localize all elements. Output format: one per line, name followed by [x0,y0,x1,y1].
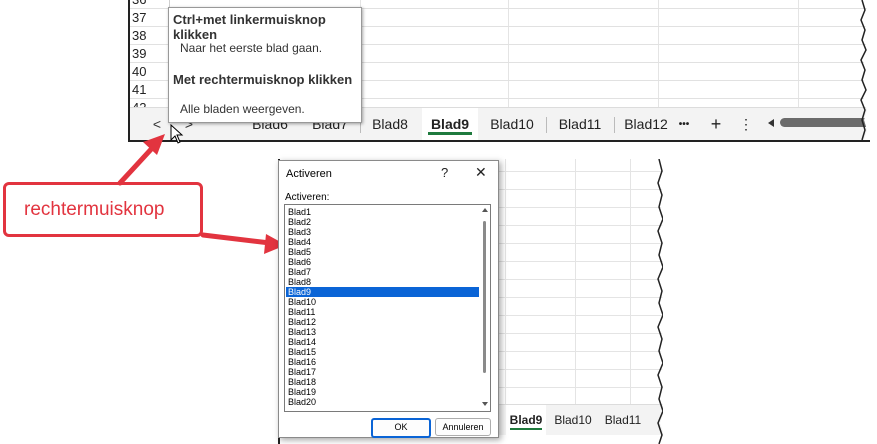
tooltip-right-click-title: Met rechtermuisknop klikken [173,72,353,87]
list-item[interactable]: Blad18 [286,377,479,387]
tab-blad10-bottom[interactable]: Blad10 [550,405,596,435]
callout-text: rechtermuisknop [24,199,165,220]
arrow-to-dialog-icon [200,232,286,254]
tab-blad8[interactable]: Blad8 [362,108,418,140]
grid-line [505,159,506,404]
active-tab-underline [428,132,472,135]
row-number[interactable]: 37 [130,9,170,26]
list-item-selected[interactable]: Blad9 [286,287,479,297]
list-item[interactable]: Blad2 [286,217,479,227]
tab-blad9-bottom[interactable]: Blad9 [506,405,546,435]
scroll-up-arrow-icon[interactable] [481,207,489,213]
list-item[interactable]: Blad10 [286,297,479,307]
list-item[interactable]: Blad3 [286,227,479,237]
add-sheet-button[interactable]: + [704,108,728,140]
torn-edge-icon [860,0,870,140]
tab-navigation-tooltip: Ctrl+met linkermuisknop klikken Naar het… [168,7,362,123]
sheet-listbox[interactable]: Blad1 Blad2 Blad3 Blad4 Blad5 Blad6 Blad… [284,204,491,412]
cancel-button[interactable]: Annuleren [435,418,491,436]
scroll-down-arrow-icon[interactable] [481,401,489,407]
scrollbar-thumb[interactable] [483,221,486,373]
tab-blad10[interactable]: Blad10 [482,108,542,140]
tooltip-ctrl-click-title: Ctrl+met linkermuisknop klikken [173,12,326,42]
list-item[interactable]: Blad20 [286,397,479,407]
row-number[interactable]: 40 [130,63,170,80]
row-number[interactable]: 36 [130,0,170,8]
help-icon[interactable]: ? [441,165,448,180]
activate-sheet-dialog: Activeren ? ✕ Activeren: Blad1 Blad2 Bla… [278,160,499,438]
tab-label: Blad9 [509,413,543,427]
mouse-pointer-icon [170,124,184,144]
active-tab-underline [510,428,542,430]
grid-line [575,159,576,404]
list-item[interactable]: Blad17 [286,367,479,377]
list-item[interactable]: Blad8 [286,277,479,287]
tab-separator [546,117,547,133]
close-icon[interactable]: ✕ [475,164,487,181]
list-item[interactable]: Blad19 [286,387,479,397]
list-item[interactable]: Blad4 [286,237,479,247]
list-item[interactable]: Blad6 [286,257,479,267]
tab-blad9[interactable]: Blad9 [422,108,478,140]
tab-blad11[interactable]: Blad11 [550,108,610,140]
list-item[interactable]: Blad5 [286,247,479,257]
row-number[interactable]: 39 [130,45,170,62]
grid-line [630,159,631,404]
row-number[interactable]: 38 [130,27,170,44]
tab-blad12[interactable]: Blad12 [616,108,676,140]
tab-label: Blad9 [430,116,470,132]
list-item[interactable]: Blad12 [286,317,479,327]
dialog-title: Activeren [286,168,332,180]
torn-edge-icon [657,159,663,444]
ok-button[interactable]: OK [371,418,431,438]
list-item[interactable]: Blad13 [286,327,479,337]
options-icon[interactable]: ⋮ [736,108,756,140]
tooltip-right-click-desc: Alle bladen weergeven. [180,102,305,116]
list-item[interactable]: Blad15 [286,347,479,357]
more-tabs-button[interactable]: ••• [674,108,694,140]
list-item[interactable]: Blad16 [286,357,479,367]
dialog-list-label: Activeren: [285,192,330,203]
row-number[interactable]: 41 [130,81,170,98]
list-item[interactable]: Blad7 [286,267,479,277]
list-item[interactable]: Blad11 [286,307,479,317]
callout-box: rechtermuisknop [3,182,203,237]
horizontal-scrollbar[interactable] [766,118,870,128]
tab-scroll-left-button[interactable]: < [146,113,168,135]
tab-blad11-bottom[interactable]: Blad11 [600,405,646,435]
tab-separator [614,117,615,133]
list-item[interactable]: Blad14 [286,337,479,347]
scroll-left-arrow-icon[interactable] [766,118,776,128]
list-item[interactable]: Blad1 [286,207,479,217]
listbox-scrollbar[interactable] [481,207,489,407]
tooltip-ctrl-click-desc: Naar het eerste blad gaan. [180,41,323,55]
